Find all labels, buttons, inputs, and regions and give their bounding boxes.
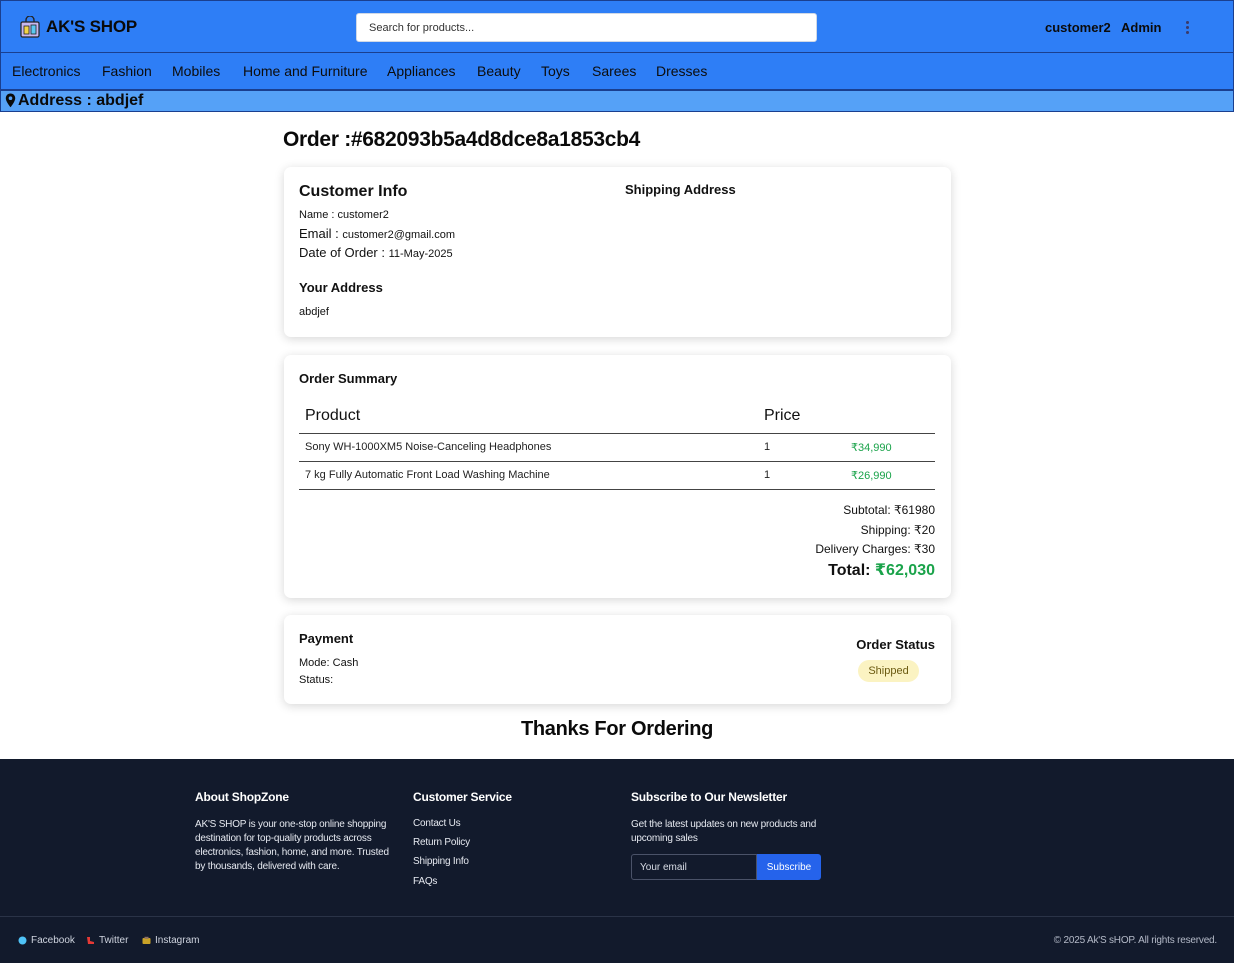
newsletter-heading: Subscribe to Our Newsletter [631, 790, 787, 804]
shopping-bag-icon [20, 16, 40, 38]
table-row-product: Sony WH-1000XM5 Noise-Canceling Headphon… [305, 441, 552, 453]
shipping-address-heading: Shipping Address [625, 182, 736, 197]
return-policy-link[interactable]: Return Policy [413, 837, 470, 848]
category-nav: Electronics Fashion Mobiles Home and Fur… [0, 53, 1234, 90]
instagram-label: Instagram [155, 935, 200, 946]
payment-status: Status: [299, 674, 334, 686]
order-status-heading: Order Status [856, 637, 935, 652]
subtotal: Subtotal: ₹61980 [843, 503, 935, 517]
your-address: abdjef [299, 306, 329, 318]
customer-service-heading: Customer Service [413, 790, 512, 804]
category-mobiles[interactable]: Mobiles [172, 63, 220, 79]
table-row-price: ₹34,990 [851, 442, 892, 454]
twitter-label: Twitter [99, 935, 129, 946]
date-label: Date of Order : [299, 245, 389, 260]
table-row-divider [299, 489, 935, 490]
footer-divider [0, 916, 1234, 917]
top-header: AK'S SHOP customer2 Admin [0, 0, 1234, 53]
your-address-heading: Your Address [299, 280, 383, 295]
status-badge: Shipped [858, 660, 919, 682]
payment-mode: Mode: Cash [299, 657, 359, 669]
search-input[interactable] [356, 13, 817, 42]
faqs-link[interactable]: FAQs [413, 876, 437, 887]
total-value: ₹62,030 [874, 562, 935, 579]
customer-info-card: Customer Info Shipping Address Name : cu… [284, 167, 951, 337]
category-electronics[interactable]: Electronics [12, 63, 80, 79]
email-label: Email : [299, 226, 343, 241]
shipping-info-link[interactable]: Shipping Info [413, 856, 469, 867]
shipping-cost: Shipping: ₹20 [860, 523, 935, 537]
order-date-row: Date of Order : 11-May-2025 [299, 245, 453, 260]
delivery-address: Address : abdjef [18, 92, 144, 109]
customer-name: customer2 [337, 209, 389, 221]
table-row-product: 7 kg Fully Automatic Front Load Washing … [305, 469, 550, 481]
more-options-icon[interactable] [1181, 21, 1193, 37]
category-sarees[interactable]: Sarees [592, 63, 636, 79]
site-footer: About ShopZone AK'S SHOP is your one-sto… [0, 759, 1234, 963]
delivery-charges: Delivery Charges: ₹30 [815, 542, 935, 556]
customer-email-row: Email : customer2@gmail.com [299, 226, 455, 241]
brand-logo[interactable]: AK'S SHOP [19, 16, 137, 38]
category-fashion[interactable]: Fashion [102, 63, 152, 79]
about-text: AK'S SHOP is your one-stop online shoppi… [195, 819, 389, 872]
user-account-link[interactable]: customer2 [1045, 20, 1111, 35]
customer-name-row: Name : customer2 [299, 209, 389, 221]
price-column-header: Price [764, 407, 801, 424]
payment-card: Payment Mode: Cash Status: Order Status … [284, 615, 951, 704]
table-row-qty: 1 [764, 441, 771, 453]
table-header-divider [299, 433, 935, 434]
category-toys[interactable]: Toys [541, 63, 570, 79]
twitter-icon [87, 937, 94, 944]
twitter-link[interactable]: Twitter [86, 935, 128, 946]
facebook-link[interactable]: Facebook [18, 935, 75, 946]
order-total: Total: ₹62,030 [828, 560, 935, 580]
order-date: 11-May-2025 [388, 248, 453, 260]
instagram-link[interactable]: Instagram [142, 935, 199, 946]
facebook-icon [18, 936, 27, 945]
name-label: Name : [299, 209, 338, 221]
customer-info-heading: Customer Info [299, 183, 408, 200]
thanks-message: Thanks For Ordering [520, 718, 714, 740]
table-row-price: ₹26,990 [851, 470, 892, 482]
newsletter-text: Get the latest updates on new products a… [631, 819, 817, 844]
category-appliances[interactable]: Appliances [387, 63, 456, 79]
category-home-furniture[interactable]: Home and Furniture [243, 63, 368, 79]
newsletter-email-input[interactable] [631, 854, 757, 880]
customer-email: customer2@gmail.com [342, 229, 455, 241]
brand-name: AK'S SHOP [46, 17, 138, 36]
contact-us-link[interactable]: Contact Us [413, 818, 461, 829]
copyright: © 2025 Ak'S sHOP. All rights reserved. [1053, 935, 1217, 946]
address-bar[interactable]: Address : abdjef [0, 90, 1234, 112]
subscribe-button[interactable]: Subscribe [757, 854, 821, 880]
payment-heading: Payment [299, 631, 354, 646]
product-column-header: Product [305, 407, 361, 424]
total-label: Total: [828, 562, 875, 579]
table-row-qty: 1 [764, 469, 771, 481]
category-beauty[interactable]: Beauty [477, 63, 521, 79]
category-dresses[interactable]: Dresses [656, 63, 707, 79]
order-summary-card: Order Summary Product Price Sony WH-1000… [284, 355, 951, 598]
order-title: Order :#682093b5a4d8dce8a1853cb4 [283, 128, 640, 151]
admin-link[interactable]: Admin [1121, 20, 1161, 35]
table-row-divider [299, 461, 935, 462]
facebook-label: Facebook [31, 935, 75, 946]
instagram-icon [142, 936, 151, 944]
about-heading: About ShopZone [195, 790, 289, 804]
location-pin-icon [5, 93, 16, 108]
order-summary-heading: Order Summary [299, 371, 398, 386]
